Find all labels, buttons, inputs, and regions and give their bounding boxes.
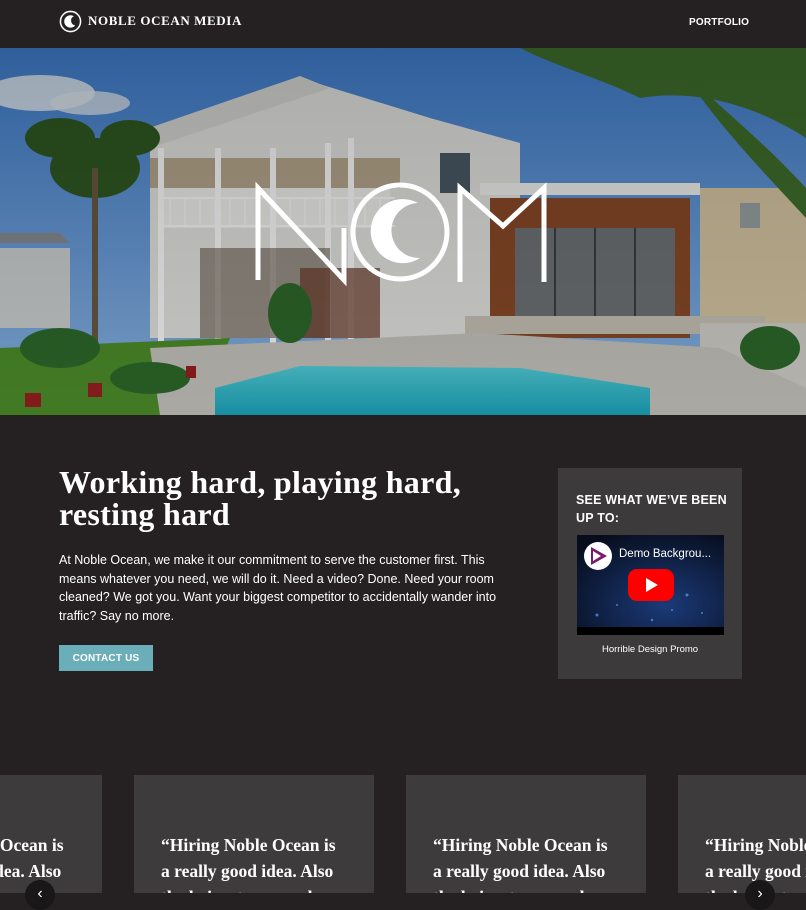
site-header: NOBLE OCEAN MEDIA PORTFOLIO [0,0,806,48]
video-widget: SEE WHAT WE’VE BEEN UP TO: Demo Backgrou… [558,468,742,679]
testimonials-carousel: “Hiring Noble Ocean is a really good ide… [0,775,806,893]
page-headline: Working hard, playing hard, resting hard [59,464,461,532]
carousel-prev-button[interactable]: ‹ [25,880,55,910]
youtube-play-button[interactable] [628,569,674,601]
intro-paragraph: At Noble Ocean, we make it our commitmen… [59,553,497,624]
video-thumbnail[interactable]: Demo Backgrou... [577,535,724,635]
contact-us-button[interactable]: CONTACT US [59,645,153,671]
hero-house-image [0,48,806,415]
brand-link[interactable]: NOBLE OCEAN MEDIA [59,9,242,33]
testimonial-card: “Hiring Noble Ocean is a really good ide… [678,775,806,893]
brand-logo-icon [59,10,82,32]
testimonial-card: “Hiring Noble Ocean is a really good ide… [406,775,646,893]
channel-avatar[interactable] [584,542,612,570]
video-bottom-bar [577,627,724,635]
chevron-left-icon: ‹ [37,885,43,902]
testimonial-card: “Hiring Noble Ocean is a really good ide… [134,775,374,893]
video-caption: Horrible Design Promo [601,644,699,655]
testimonial-quote: “Hiring Noble Ocean is a really good ide… [433,835,608,893]
carousel-next-button[interactable]: › [745,880,775,910]
testimonial-card: “Hiring Noble Ocean is a really good ide… [0,775,102,893]
testimonial-quote: “Hiring Noble Ocean is a really good ide… [161,835,336,893]
play-icon [646,578,658,592]
channel-play-icon [591,547,607,565]
video-title[interactable]: Demo Backgrou... [619,548,719,560]
video-widget-heading: SEE WHAT WE’VE BEEN UP TO: [576,493,727,525]
chevron-right-icon: › [757,885,763,902]
brand-name: NOBLE OCEAN MEDIA [88,13,242,28]
nav-portfolio-link[interactable]: PORTFOLIO [689,17,749,28]
hero-banner [0,48,806,415]
